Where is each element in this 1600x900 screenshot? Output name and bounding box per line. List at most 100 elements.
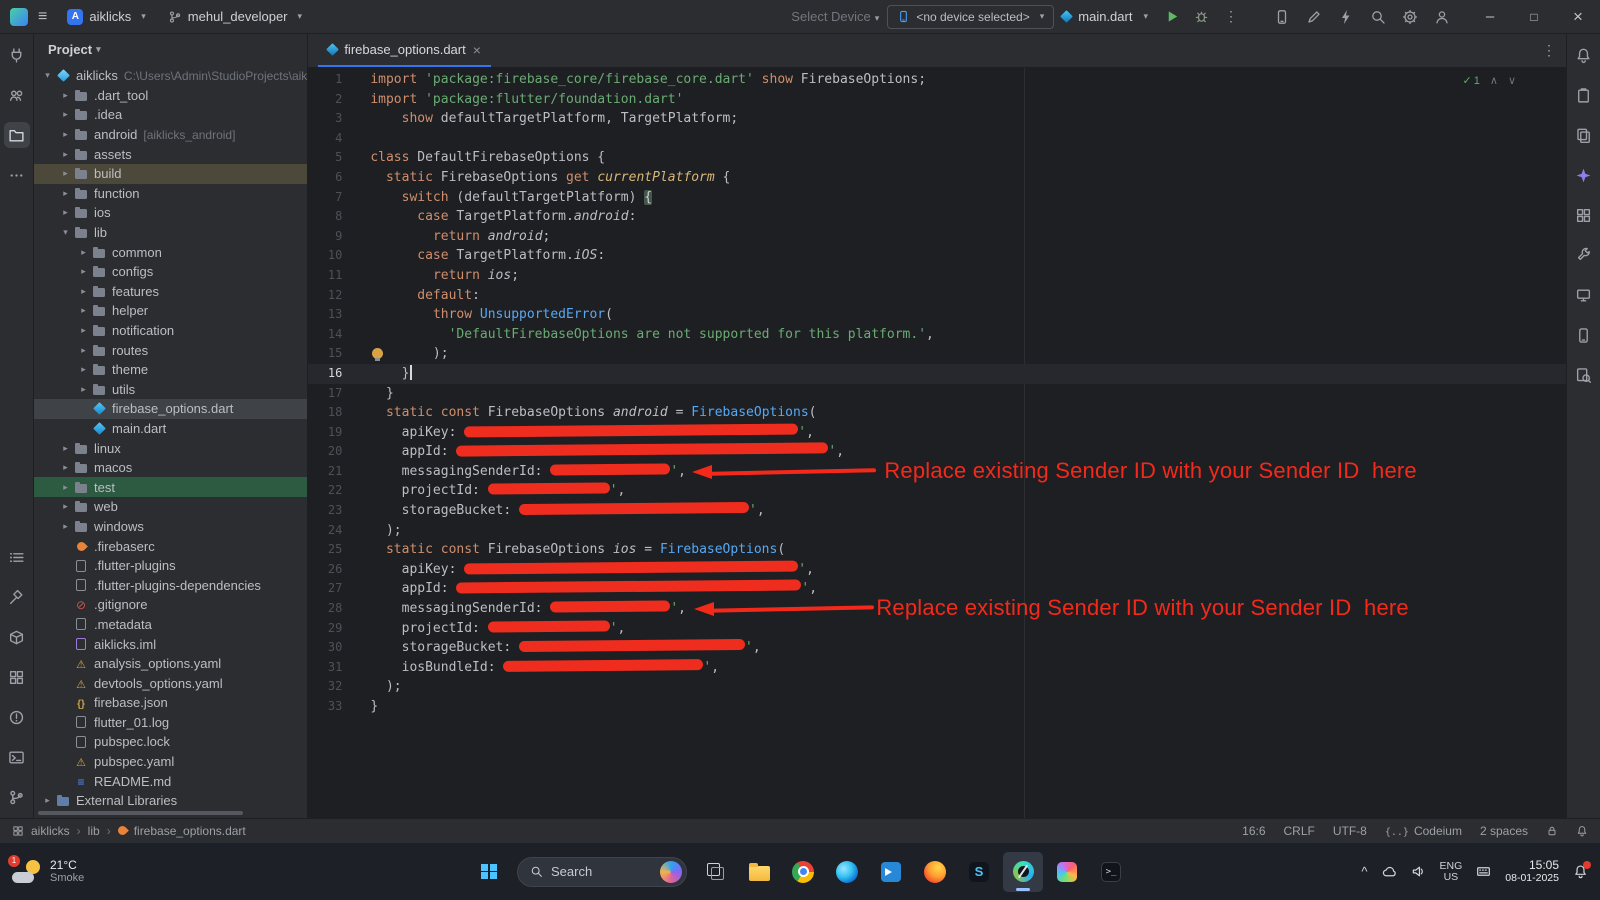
line-number[interactable]: 19 [308,423,368,443]
debug-button[interactable] [1194,9,1209,24]
line-number[interactable]: 9 [308,227,368,247]
project-selector[interactable]: A aiklicks [59,6,153,28]
build-icon[interactable] [4,584,30,610]
tree-chevron-icon[interactable]: ▸ [58,149,73,160]
code-line-19[interactable]: 19 apiKey: ', [308,423,1566,443]
code-line-13[interactable]: 13 throw UnsupportedError( [308,305,1566,325]
tree-item-ios[interactable]: ▸ios [34,203,307,223]
file-encoding[interactable]: UTF-8 [1333,824,1367,838]
line-number[interactable]: 4 [308,129,368,149]
codeium-widget[interactable]: Codeium [1385,824,1462,838]
code-line-9[interactable]: 9 return android; [308,227,1566,247]
weather-widget[interactable]: 1 21°C Smoke [12,859,84,884]
code-line-25[interactable]: 25 static const FirebaseOptions ios = Fi… [308,540,1566,560]
line-number[interactable]: 13 [308,305,368,325]
tree-item-flutter-01-log[interactable]: flutter_01.log [34,713,307,733]
run-config-selector[interactable]: mehul_developer [160,6,310,27]
minimize-button[interactable] [1468,0,1512,33]
tree-item-routes[interactable]: ▸routes [34,340,307,360]
line-number[interactable]: 1 [308,70,368,90]
tree-item-common[interactable]: ▸common [34,242,307,262]
packages-icon[interactable] [4,624,30,650]
tree-item-flutter-plugins-dependencies[interactable]: .flutter-plugins-dependencies [34,575,307,595]
line-number[interactable]: 33 [308,697,368,717]
tab-firebase-options[interactable]: firebase_options.dart [318,34,491,67]
tree-chevron-icon[interactable]: ▸ [58,188,73,199]
toolbox-icon[interactable] [1047,852,1087,892]
gemini-icon[interactable] [1571,162,1597,188]
problems-icon[interactable] [4,704,30,730]
line-number[interactable]: 32 [308,677,368,697]
tree-chevron-icon[interactable]: ▸ [40,795,55,806]
next-problem-icon[interactable] [1508,74,1516,87]
line-number[interactable]: 31 [308,658,368,678]
code-line-6[interactable]: 6 static FirebaseOptions get currentPlat… [308,168,1566,188]
tree-chevron-icon[interactable]: ▸ [58,207,73,218]
line-number[interactable]: 6 [308,168,368,188]
tree-item-web[interactable]: ▸web [34,497,307,517]
touch-keyboard-icon[interactable] [1476,864,1491,879]
line-number[interactable]: 12 [308,286,368,306]
device-dropdown[interactable]: <no device selected> [887,5,1054,29]
line-number[interactable]: 25 [308,540,368,560]
firefox-icon[interactable] [915,852,955,892]
tree-item-test[interactable]: ▸test [34,477,307,497]
structure-icon[interactable] [4,82,30,108]
code-line-15[interactable]: 15 ); [308,344,1566,364]
tree-chevron-icon[interactable]: ▸ [58,109,73,120]
tree-item-assets[interactable]: ▸assets [34,144,307,164]
clock-widget[interactable]: 15:05 08-01-2025 [1505,859,1559,884]
code-line-24[interactable]: 24 ); [308,521,1566,541]
line-number[interactable]: 24 [308,521,368,541]
onedrive-icon[interactable] [1382,864,1397,879]
code-line-4[interactable]: 4 [308,129,1566,149]
resource-manager-icon[interactable] [1571,122,1597,148]
tree-item-firebase-options-dart[interactable]: firebase_options.dart [34,399,307,419]
account-icon[interactable] [1434,9,1450,25]
caret-position[interactable]: 16:6 [1242,824,1265,838]
horizontal-scrollbar[interactable] [38,811,243,815]
code-line-30[interactable]: 30 storageBucket: ', [308,638,1566,658]
language-switcher[interactable]: ENG US [1440,861,1463,883]
edge-icon[interactable] [827,852,867,892]
tree-chevron-icon[interactable]: ▸ [58,90,73,101]
line-number[interactable]: 20 [308,442,368,462]
taskbar-search[interactable]: Search [517,857,687,887]
lock-icon[interactable] [1546,825,1558,837]
tree-chevron-icon[interactable]: ▸ [76,286,91,297]
breadcrumb-file[interactable]: firebase_options.dart [134,824,246,838]
plugin-icon[interactable] [4,42,30,68]
code-line-16[interactable]: 16 } [308,364,1566,384]
tree-item-build[interactable]: ▸build [34,164,307,184]
line-number[interactable]: 22 [308,481,368,501]
tree-item-lib[interactable]: ▾lib [34,223,307,243]
start-button[interactable] [469,852,509,892]
tree-item-helper[interactable]: ▸helper [34,301,307,321]
vscode-icon[interactable] [871,852,911,892]
code-line-2[interactable]: 2import 'package:flutter/foundation.dart… [308,90,1566,110]
inspections-widget[interactable]: 1 [1463,74,1516,87]
tree-item-aiklicks-iml[interactable]: aiklicks.iml [34,634,307,654]
line-number[interactable]: 29 [308,619,368,639]
more-actions-icon[interactable]: ⋮ [1224,8,1238,25]
code-line-17[interactable]: 17 } [308,384,1566,404]
task-view-button[interactable] [695,852,735,892]
code-line-26[interactable]: 26 apiKey: ', [308,560,1566,580]
line-number[interactable]: 30 [308,638,368,658]
tree-chevron-icon[interactable]: ▸ [76,247,91,258]
code-line-1[interactable]: 1import 'package:firebase_core/firebase_… [308,70,1566,90]
code-line-22[interactable]: 22 projectId: ', [308,481,1566,501]
tree-chevron-icon[interactable]: ▸ [58,501,73,512]
more-tools-icon[interactable] [4,162,30,188]
tree-item-readme-md[interactable]: README.md [34,771,307,791]
tree-chevron-icon[interactable]: ▸ [58,129,73,140]
tree-item-idea[interactable]: ▸.idea [34,105,307,125]
tree-item-firebaserc[interactable]: .firebaserc [34,536,307,556]
search-icon[interactable] [1370,9,1386,25]
tree-chevron-icon[interactable]: ▸ [58,521,73,532]
tree-item-pubspec-lock[interactable]: pubspec.lock [34,732,307,752]
code-line-18[interactable]: 18 static const FirebaseOptions android … [308,403,1566,423]
tree-item-windows[interactable]: ▸windows [34,517,307,537]
code-line-29[interactable]: 29 projectId: ', [308,619,1566,639]
tree-chevron-icon[interactable]: ▸ [76,345,91,356]
